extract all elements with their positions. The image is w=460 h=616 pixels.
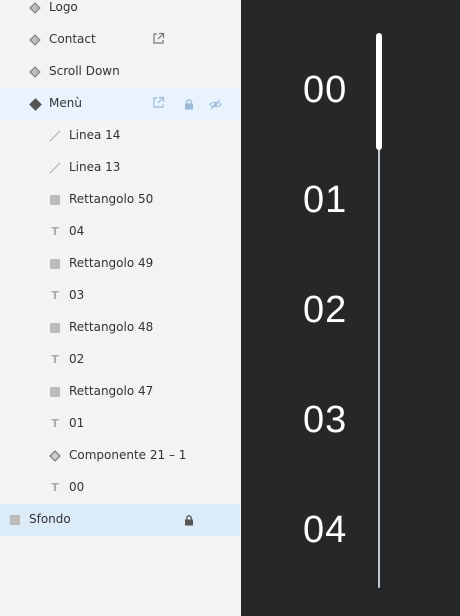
layer-row-sfondo[interactable]: Sfondo [0, 504, 240, 536]
component-icon [49, 450, 61, 462]
layer-label: Rettangolo 49 [69, 256, 154, 270]
external-link-icon[interactable] [151, 31, 165, 45]
artboard-preview: 00 01 02 03 04 [241, 0, 460, 616]
text-icon: T [51, 417, 59, 430]
layer-row-text-01[interactable]: T 01 [0, 408, 240, 440]
lock-icon[interactable] [182, 97, 196, 111]
layer-row-menu[interactable]: Menù [0, 88, 240, 120]
layer-row-linea-14[interactable]: Linea 14 [0, 120, 240, 152]
eye-off-icon[interactable] [208, 97, 222, 111]
layer-row-rettangolo-48[interactable]: Rettangolo 48 [0, 312, 240, 344]
text-icon: T [51, 225, 59, 238]
layer-row-logo[interactable]: Logo [0, 0, 240, 24]
menu-number-01[interactable]: 01 [303, 180, 363, 220]
layer-label: Rettangolo 48 [69, 320, 154, 334]
group-icon [29, 2, 41, 14]
rectangle-icon [9, 514, 21, 526]
rectangle-icon [49, 194, 61, 206]
rectangle-icon [49, 258, 61, 270]
layer-label: Logo [49, 0, 78, 14]
layer-label: Componente 21 – 1 [69, 448, 187, 462]
layer-row-text-03[interactable]: T 03 [0, 280, 240, 312]
layer-row-text-02[interactable]: T 02 [0, 344, 240, 376]
layer-label: Rettangolo 50 [69, 192, 154, 206]
layer-label: Contact [49, 32, 96, 46]
layer-label: 00 [69, 480, 85, 494]
text-icon: T [51, 353, 59, 366]
layer-label: Linea 14 [69, 128, 121, 142]
layer-row-rettangolo-47[interactable]: Rettangolo 47 [0, 376, 240, 408]
layer-label: Scroll Down [49, 64, 120, 78]
layer-label: Sfondo [29, 512, 71, 526]
layer-row-contact[interactable]: Contact [0, 24, 240, 56]
layer-row-scroll-down[interactable]: Scroll Down [0, 56, 240, 88]
group-icon [29, 66, 41, 78]
line-icon [49, 162, 61, 174]
scroll-thumb[interactable] [376, 33, 382, 150]
menu-number-04[interactable]: 04 [303, 510, 363, 550]
layer-row-text-00[interactable]: T 00 [0, 472, 240, 504]
menu-number-00[interactable]: 00 [303, 70, 363, 110]
group-icon [29, 34, 41, 46]
external-link-icon[interactable] [151, 95, 165, 109]
text-icon: T [51, 289, 59, 302]
menu-number-02[interactable]: 02 [303, 290, 363, 330]
layer-row-text-04[interactable]: T 04 [0, 216, 240, 248]
group-filled-icon [28, 97, 42, 111]
layer-label: 03 [69, 288, 85, 302]
rectangle-icon [49, 322, 61, 334]
layer-label: Menù [49, 96, 82, 110]
layers-panel: Logo Contact Scroll Down Menù Linea 14 L… [0, 0, 241, 616]
line-icon [49, 130, 61, 142]
menu-number-03[interactable]: 03 [303, 400, 363, 440]
text-icon: T [51, 481, 59, 494]
rectangle-icon [49, 386, 61, 398]
layer-label: 01 [69, 416, 85, 430]
layer-label: Linea 13 [69, 160, 121, 174]
layer-row-rettangolo-49[interactable]: Rettangolo 49 [0, 248, 240, 280]
layer-label: 02 [69, 352, 85, 366]
lock-icon[interactable] [182, 513, 196, 527]
layer-label: 04 [69, 224, 85, 238]
layer-row-rettangolo-50[interactable]: Rettangolo 50 [0, 184, 240, 216]
layer-row-linea-13[interactable]: Linea 13 [0, 152, 240, 184]
layer-row-componente-21-1[interactable]: Componente 21 – 1 [0, 440, 240, 472]
layer-label: Rettangolo 47 [69, 384, 154, 398]
